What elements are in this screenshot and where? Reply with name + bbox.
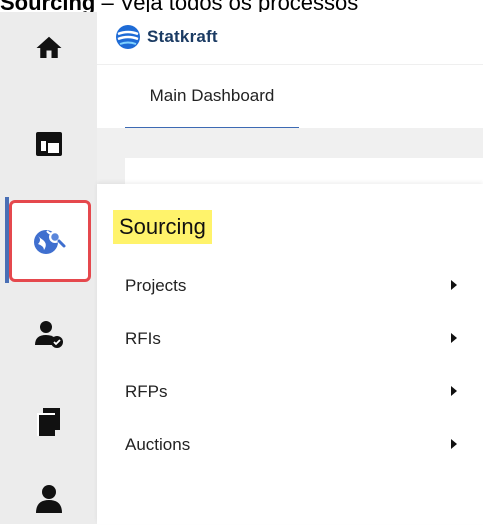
menu-item-label: RFIs [125,329,161,348]
menu-item-rfps[interactable]: RFPs [113,372,463,412]
sidebar-item-sourcing[interactable] [9,200,91,282]
brand-logo[interactable]: Statkraft [115,24,218,50]
sidebar-item-profile[interactable] [0,470,97,526]
user-check-icon [34,321,63,348]
top-bar: Statkraft [97,12,483,64]
global-search-icon [34,230,66,254]
sidebar [0,12,97,524]
brand-name: Statkraft [147,27,218,46]
tab-bar: Main Dashboard [97,64,483,129]
menu-item-label: Projects [125,276,187,295]
caret-right-icon [451,386,457,396]
caret-right-icon [451,439,457,449]
documents-icon [36,408,60,436]
menu-item-label: RFPs [125,382,168,401]
user-icon [35,485,62,513]
menu-item-projects[interactable]: Projects [113,266,463,306]
menu-title: Sourcing [113,210,212,244]
sidebar-item-home[interactable] [0,20,97,76]
menu-item-auctions[interactable]: Auctions [113,425,463,465]
menu-item-label: Auctions [125,435,191,454]
sourcing-flyout-menu: Sourcing Projects RFIs RFPs Auctions [97,184,483,524]
sidebar-item-supplier[interactable] [0,306,97,362]
caret-right-icon [451,280,457,290]
caret-right-icon [451,333,457,343]
sidebar-item-documents[interactable] [0,394,97,450]
statkraft-logo-icon [116,25,140,49]
tab-main-dashboard[interactable]: Main Dashboard [125,65,299,129]
sidebar-item-dashboard[interactable] [0,116,97,172]
dashboard-icon [35,132,62,156]
menu-item-rfis[interactable]: RFIs [113,319,463,359]
home-icon [36,36,61,58]
